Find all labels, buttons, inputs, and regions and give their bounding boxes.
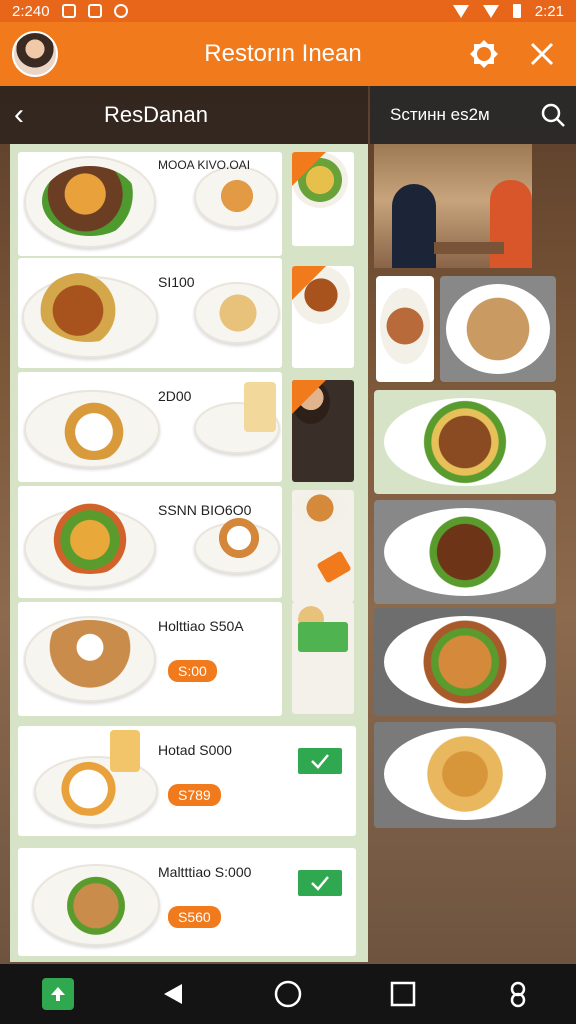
dish-food — [42, 166, 138, 236]
status-right-time: 2:21 — [534, 2, 564, 20]
home-circle-icon — [274, 980, 302, 1008]
gift-box-icon — [298, 622, 348, 652]
wifi-icon — [452, 4, 469, 18]
menu-item-price: S:00 — [168, 660, 217, 682]
thumb-food — [292, 490, 348, 526]
item-checkbox[interactable] — [298, 870, 342, 896]
menu-item[interactable]: MOOA KIVO.OAI — [18, 152, 282, 256]
menu-item[interactable]: Hotad S000 S789 — [18, 726, 356, 836]
menu-item-price: S560 — [168, 906, 221, 928]
restaurant-photo[interactable] — [374, 144, 532, 268]
menu-item-name: Hotad S000 — [158, 742, 232, 758]
menu-item-name: SSNN BIO6O0 — [158, 502, 252, 518]
dish-food — [40, 498, 140, 574]
side-dish-food — [206, 516, 272, 560]
side-dish-food — [244, 382, 276, 432]
assistant-icon — [511, 981, 526, 1008]
right-column — [370, 144, 576, 962]
drink-icon — [110, 730, 140, 772]
status-bar: 2:240 2:21 — [0, 0, 576, 22]
menu-item[interactable]: 2D00 — [18, 372, 282, 482]
side-dish-food — [208, 292, 268, 334]
settings-button[interactable] — [462, 32, 506, 76]
dish-card[interactable] — [374, 390, 556, 494]
dish-card[interactable] — [374, 722, 556, 828]
search-label: Sстинн еѕ2м — [390, 105, 490, 124]
search-icon[interactable] — [540, 102, 566, 128]
menu-item-name: Holttiao S50A — [158, 618, 244, 634]
left-panel-title: ResDanan — [104, 102, 208, 127]
back-icon[interactable]: ‹ — [14, 98, 44, 132]
thumb-badge — [292, 266, 326, 300]
dish-food — [48, 864, 144, 940]
person-figure — [392, 184, 436, 268]
signal-icon — [482, 4, 499, 18]
up-arrow-icon — [41, 978, 74, 1010]
dish-card[interactable] — [374, 608, 556, 716]
avatar[interactable] — [12, 31, 58, 77]
card-food — [384, 508, 546, 596]
menu-item[interactable]: Holttiao S50A S:00 — [18, 602, 282, 716]
dish-card[interactable] — [376, 276, 434, 382]
menu-item[interactable]: SI100 — [18, 258, 282, 368]
app-title: Restorın Inean — [204, 40, 362, 67]
menu-item-name: MOOA KIVO.OAI — [158, 158, 251, 172]
notification-icon — [61, 4, 76, 18]
nav-back-button[interactable] — [153, 974, 193, 1014]
menu-item[interactable]: SSNN BIO6O0 — [18, 486, 282, 598]
app-header: Restorın Inean — [0, 22, 576, 86]
close-icon — [530, 42, 554, 66]
menu-item-name: Maltttiao S:000 — [158, 864, 252, 880]
recents-square-icon — [390, 981, 416, 1007]
search-bar[interactable]: Sстинн еѕ2м — [370, 86, 576, 144]
table-shape — [434, 242, 504, 254]
card-food — [446, 284, 550, 374]
sim-icon — [87, 4, 102, 18]
side-dish-food — [208, 176, 266, 216]
menu-item-thumb[interactable] — [292, 380, 354, 482]
menu-item-thumb[interactable] — [292, 266, 354, 368]
menu-item-thumb[interactable] — [292, 602, 354, 714]
up-button[interactable] — [38, 974, 78, 1014]
battery-icon — [512, 4, 521, 18]
dish-card[interactable] — [440, 276, 556, 382]
person-figure — [490, 180, 532, 268]
card-food — [384, 728, 546, 820]
dish-card[interactable] — [374, 500, 556, 604]
back-triangle-icon — [163, 984, 182, 1004]
card-food — [384, 398, 546, 486]
assistant-button[interactable] — [498, 974, 538, 1014]
menu-item-price: S789 — [168, 784, 221, 806]
settings-icon — [470, 40, 498, 68]
status-time: 2:240 — [12, 2, 50, 20]
alarm-icon — [113, 4, 128, 18]
card-food — [380, 288, 430, 364]
menu-list: MOOA KIVO.OAI SI100 2D00 SSNN BIO6O0 Hol… — [10, 144, 368, 962]
thumb-badge — [292, 380, 326, 414]
thumb-badge — [292, 152, 326, 186]
menu-item-name: SI100 — [158, 274, 195, 290]
menu-item-thumb[interactable] — [292, 152, 354, 246]
system-nav-bar — [0, 964, 576, 1024]
price-tag-icon — [316, 550, 352, 584]
dish-food — [54, 390, 134, 460]
check-icon — [311, 754, 329, 769]
dish-food — [38, 272, 138, 342]
menu-item-thumb[interactable] — [292, 490, 354, 602]
check-icon — [311, 876, 329, 891]
item-checkbox[interactable] — [298, 748, 342, 774]
close-button[interactable] — [520, 32, 564, 76]
menu-item[interactable]: Maltttiao S:000 S560 — [18, 848, 356, 956]
card-food — [384, 616, 546, 708]
nav-recents-button[interactable] — [383, 974, 423, 1014]
menu-item-name: 2D00 — [158, 388, 192, 404]
left-panel-header: ‹ ResDanan — [0, 86, 368, 144]
dish-food — [38, 620, 142, 698]
nav-home-button[interactable] — [268, 974, 308, 1014]
